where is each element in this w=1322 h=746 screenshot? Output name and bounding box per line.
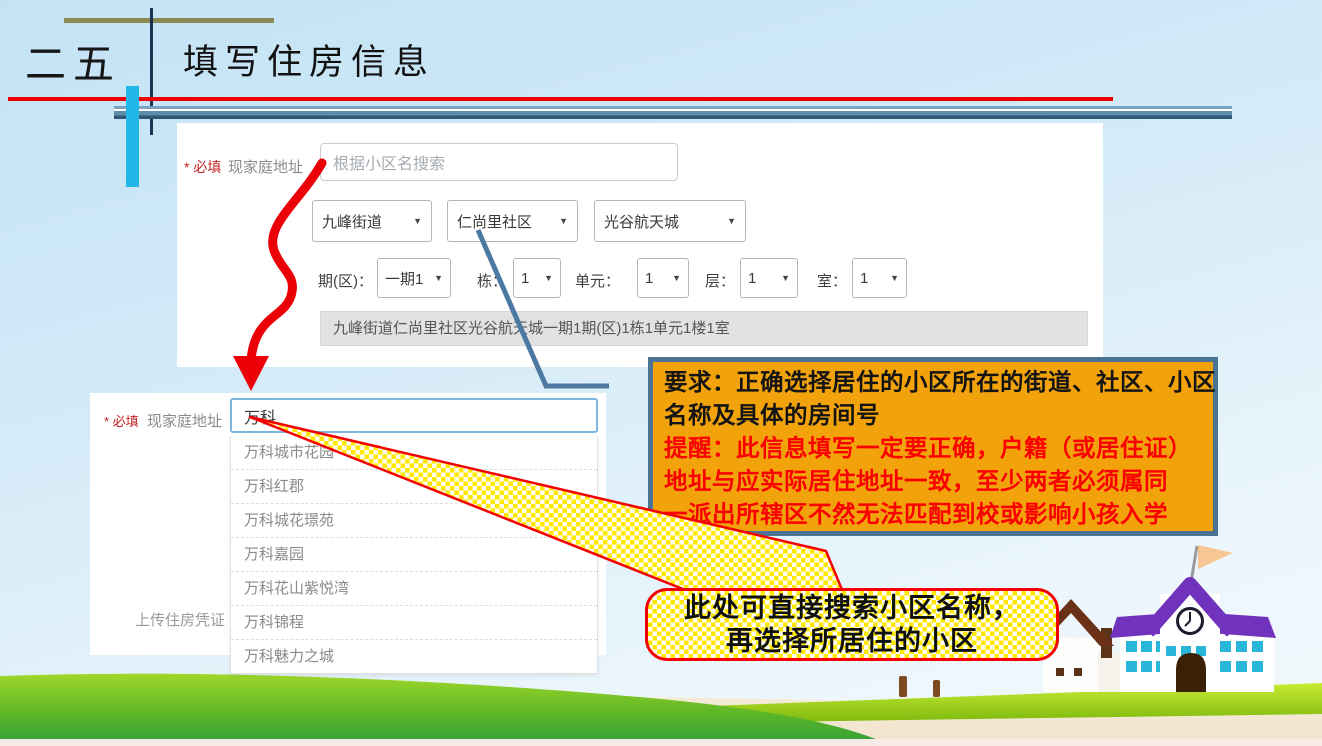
phase-select-value: 一期1 <box>385 268 423 289</box>
note-line: 名称及具体的房间号 <box>664 400 1202 433</box>
dropdown-caret-icon: ▼ <box>559 216 568 226</box>
suggestion-item[interactable]: 万科锦程 <box>231 606 597 640</box>
street-select-value: 九峰街道 <box>322 211 382 232</box>
phase-label: 期(区)： <box>318 270 373 291</box>
dropdown-caret-icon: ▼ <box>890 273 899 283</box>
room-select-value: 1 <box>860 270 868 287</box>
suggestion-item[interactable]: 万科花山紫悦湾 <box>231 572 597 606</box>
community-search-input[interactable]: 根据小区名搜索 <box>320 143 678 181</box>
housing-form-panel-bottom: * 必填 现家庭地址 万科 万科城市花园 万科红郡 万科城花璟苑 万科嘉园 万科… <box>90 393 606 655</box>
suggestion-list: 万科城市花园 万科红郡 万科城花璟苑 万科嘉园 万科花山紫悦湾 万科锦程 万科魅… <box>230 436 598 674</box>
estate-select[interactable]: 光谷航天城 ▼ <box>594 200 746 242</box>
room-select[interactable]: 1 ▼ <box>852 258 907 298</box>
floor-label: 层： <box>705 270 735 291</box>
unit-label: 单元： <box>575 270 620 291</box>
tree-trunks <box>899 676 940 697</box>
note-line: 要求：正确选择居住的小区所在的街道、社区、小区 <box>664 367 1202 400</box>
dropdown-caret-icon: ▼ <box>434 273 443 283</box>
community-search-input-focused[interactable]: 万科 <box>230 398 598 433</box>
requirement-note: 要求：正确选择居住的小区所在的街道、社区、小区 名称及具体的房间号 提醒：此信息… <box>648 357 1218 536</box>
school-door <box>1176 653 1206 692</box>
upload-label: 上传住房凭证 <box>135 609 225 630</box>
flag-icon <box>1198 545 1233 569</box>
room-label: 室： <box>817 270 847 291</box>
search-placeholder: 根据小区名搜索 <box>333 150 445 174</box>
suggestion-item[interactable]: 万科城市花园 <box>231 436 597 470</box>
building-label: 栋： <box>477 270 507 291</box>
community-select[interactable]: 仁尚里社区 ▼ <box>447 200 578 242</box>
field-label-address: 现家庭地址 <box>147 410 222 431</box>
required-badge: * 必填 <box>104 411 139 430</box>
phase-select[interactable]: 一期1 ▼ <box>377 258 451 298</box>
note-line: 提醒：此信息填写一定要正确，户籍（或居住证） <box>664 433 1202 466</box>
suggestion-item[interactable]: 万科红郡 <box>231 470 597 504</box>
floor-select[interactable]: 1 ▼ <box>740 258 798 298</box>
unit-select[interactable]: 1 ▼ <box>637 258 689 298</box>
dropdown-caret-icon: ▼ <box>672 273 681 283</box>
tip-line: 再选择所居住的小区 <box>726 625 978 658</box>
dropdown-caret-icon: ▼ <box>413 216 422 226</box>
community-select-value: 仁尚里社区 <box>457 211 532 232</box>
suggestion-item[interactable]: 万科嘉园 <box>231 538 597 572</box>
estate-select-value: 光谷航天城 <box>604 211 679 232</box>
title-rule-steel <box>114 106 1232 119</box>
unit-select-value: 1 <box>645 270 653 287</box>
title-rule-olive <box>64 18 274 23</box>
building-select-value: 1 <box>521 270 529 287</box>
title-underline-red <box>8 97 1113 101</box>
note-line: 一派出所辖区不然无法匹配到校或影响小孩入学 <box>664 499 1202 532</box>
building-select[interactable]: 1 ▼ <box>513 258 561 298</box>
tip-line: 此处可直接搜索小区名称， <box>684 592 1020 625</box>
field-label-address: 现家庭地址 <box>228 156 303 177</box>
dropdown-caret-icon: ▼ <box>781 273 790 283</box>
required-badge: * 必填 <box>184 157 221 177</box>
street-select[interactable]: 九峰街道 ▼ <box>312 200 432 242</box>
dropdown-caret-icon: ▼ <box>544 273 553 283</box>
note-line: 地址与应实际居住地址一致，至少两者必须属同 <box>664 466 1202 499</box>
dropdown-caret-icon: ▼ <box>727 216 736 226</box>
suggestion-item[interactable]: 万科魅力之城 <box>231 640 597 673</box>
school-illustration <box>1110 545 1276 692</box>
cyan-accent-bar <box>126 86 139 187</box>
section-number: 二五 <box>25 30 121 90</box>
floor-select-value: 1 <box>748 270 756 287</box>
tip-bubble: 此处可直接搜索小区名称， 再选择所居住的小区 <box>645 588 1059 661</box>
search-value: 万科 <box>244 404 276 428</box>
slide-root: 二五 填写住房信息 * 必填 现家庭地址 根据小区名搜索 九峰街道 ▼ 仁尚里社… <box>0 0 1322 746</box>
address-summary-bar: 九峰街道仁尚里社区光谷航天城一期1期(区)1栋1单元1楼1室 <box>320 311 1088 346</box>
page-title: 填写住房信息 <box>183 34 435 85</box>
suggestion-item[interactable]: 万科城花璟苑 <box>231 504 597 538</box>
bottom-strip <box>0 739 1322 746</box>
housing-form-panel-top: * 必填 现家庭地址 根据小区名搜索 九峰街道 ▼ 仁尚里社区 ▼ 光谷航天城 … <box>177 123 1103 367</box>
